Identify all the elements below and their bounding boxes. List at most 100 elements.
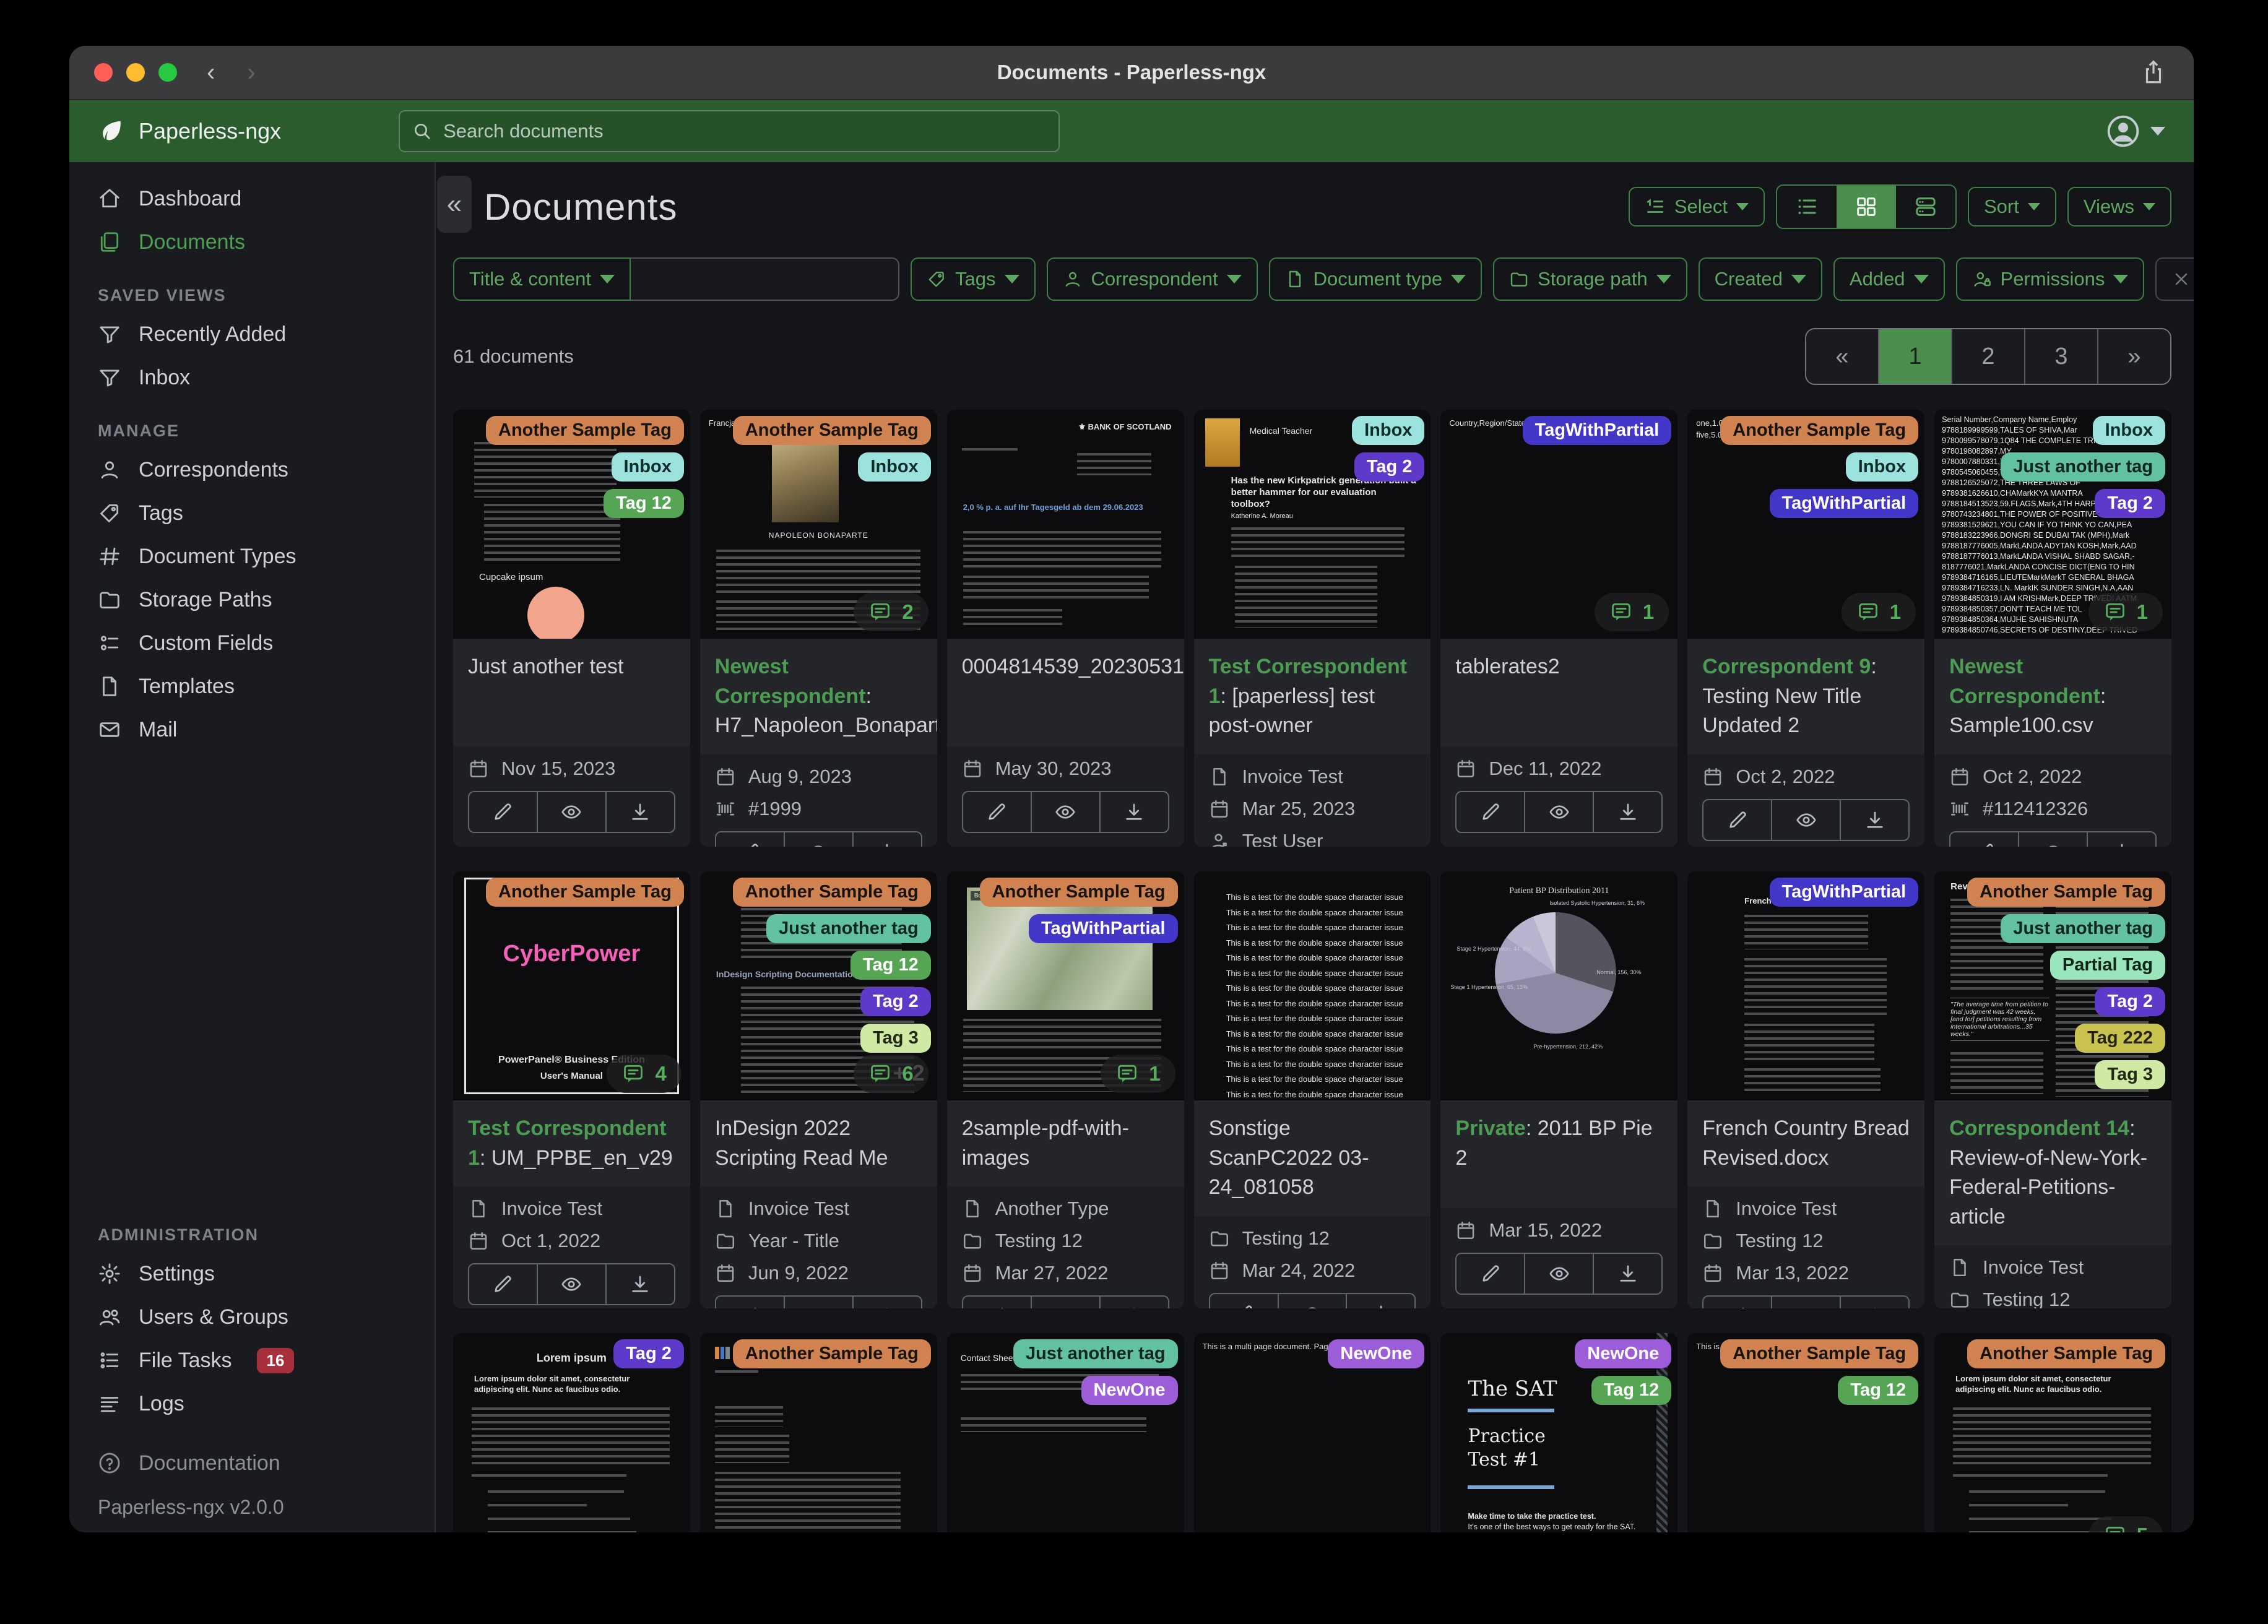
page-button-3[interactable]: 3 <box>2024 329 2097 384</box>
filter-document-type[interactable]: Document type <box>1268 257 1482 301</box>
tag-pill-another-sample-tag[interactable]: Another Sample Tag <box>1720 416 1919 445</box>
tag-pill-just-another-tag[interactable]: Just another tag <box>766 914 931 943</box>
edit-button[interactable] <box>961 1295 1032 1308</box>
correspondent-link[interactable]: Newest Correspondent <box>715 655 866 708</box>
tag-pill-newone[interactable]: NewOne <box>1575 1339 1672 1368</box>
tag-pill-partial-tag[interactable]: Partial Tag <box>2049 951 2165 980</box>
comment-count-badge[interactable]: 1 <box>1594 593 1669 631</box>
sidebar-item-dashboard[interactable]: Dashboard <box>69 177 435 220</box>
search-input[interactable] <box>442 119 1047 143</box>
preview-button[interactable] <box>1771 798 1842 841</box>
preview-button[interactable] <box>1030 791 1101 833</box>
edit-button[interactable] <box>468 791 538 833</box>
comment-count-badge[interactable]: 6 <box>854 1055 928 1093</box>
document-thumbnail[interactable]: The SAT Practice Test #1 Make time to take … <box>1440 1333 1678 1532</box>
sidebar-item-users-groups[interactable]: Users & Groups <box>69 1295 435 1339</box>
tag-pill-newone[interactable]: NewOne <box>1081 1376 1178 1405</box>
tag-pill-tag-12[interactable]: Tag 12 <box>1591 1376 1672 1405</box>
tag-pill-tag-2[interactable]: Tag 2 <box>860 987 931 1016</box>
document-card[interactable]: Boundary Waters TripAnother Sample TagTa… <box>946 871 1184 1308</box>
tag-pill-inbox[interactable]: Inbox <box>611 452 684 482</box>
tag-pill-just-another-tag[interactable]: Just another tag <box>2001 452 2165 482</box>
tag-pill-tag-3[interactable]: Tag 3 <box>860 1024 931 1053</box>
comment-count-badge[interactable]: 5 <box>2088 1516 2163 1532</box>
document-card[interactable]: This is a test Another Sample Tag Tag 12 <box>1687 1333 1925 1532</box>
sidebar-item-file-tasks[interactable]: File Tasks 16 <box>69 1339 435 1382</box>
edit-button[interactable] <box>1949 831 2020 847</box>
correspondent-link[interactable]: Newest Correspondent <box>1949 655 2100 708</box>
document-card[interactable]: Contact Sheet Demo Just another tag NewOne <box>946 1333 1184 1532</box>
document-thumbnail[interactable]: AdoInDesign Scripting DocumentationAnoth… <box>699 871 937 1100</box>
document-thumbnail[interactable]: Serial Number,Company Name,Employ 978818… <box>1934 410 2171 639</box>
document-thumbnail[interactable]: French Country BreadTagWithPartial <box>1687 871 1925 1100</box>
tag-pill-another-sample-tag[interactable]: Another Sample Tag <box>1720 1339 1919 1368</box>
tag-pill-tagwithpartial[interactable]: TagWithPartial <box>1028 914 1178 943</box>
list-view-button[interactable] <box>1777 186 1837 228</box>
sidebar-item-mail[interactable]: Mail <box>69 708 435 751</box>
tag-pill-inbox[interactable]: Inbox <box>858 452 931 482</box>
comment-count-badge[interactable]: 4 <box>607 1055 682 1093</box>
comment-count-badge[interactable]: 1 <box>1101 1055 1175 1093</box>
title-content-dropdown[interactable]: Title & content <box>453 257 631 301</box>
document-thumbnail[interactable]: Lorem ipsumLorem ipsum dolor sit amet, c… <box>453 1333 690 1532</box>
download-button[interactable] <box>852 831 922 847</box>
detail-view-button[interactable] <box>1896 186 1955 228</box>
download-button[interactable] <box>1099 1295 1169 1308</box>
document-card[interactable]: Francja pod r NAPOLEON BONAPARTE Another S… <box>699 410 937 847</box>
tag-pill-another-sample-tag[interactable]: Another Sample Tag <box>486 416 684 445</box>
tag-pill-another-sample-tag[interactable]: Another Sample Tag <box>732 416 931 445</box>
tag-pill-tagwithpartial[interactable]: TagWithPartial <box>1769 878 1919 907</box>
document-thumbnail[interactable]: Adobe Acrobat PDF FilesCupcake ipsumAnot… <box>453 410 690 639</box>
document-thumbnail[interactable]: Contact Sheet Demo Just another tag NewOne <box>946 1333 1184 1532</box>
download-button[interactable] <box>852 1295 922 1308</box>
select-button[interactable]: Select <box>1628 187 1765 227</box>
title-content-filter-input[interactable] <box>631 257 900 301</box>
page-button-2[interactable]: 2 <box>1951 329 2024 384</box>
preview-button[interactable] <box>1771 1295 1842 1308</box>
download-button[interactable] <box>1346 1292 1416 1308</box>
document-card[interactable]: Medical Teacher Has the new Kirkpatrick g… <box>1193 410 1431 847</box>
sidebar-item-settings[interactable]: Settings <box>69 1252 435 1295</box>
app-brand[interactable]: Paperless-ngx <box>98 118 281 145</box>
download-button[interactable] <box>605 791 675 833</box>
edit-button[interactable] <box>1702 1295 1773 1308</box>
document-title[interactable]: Test Correspondent 1: UM_PPBE_en_v29 <box>453 1100 690 1186</box>
tag-pill-tagwithpartial[interactable]: TagWithPartial <box>1769 489 1919 518</box>
document-title[interactable]: Correspondent 14: Review-of-New-York-Fed… <box>1934 1100 2171 1245</box>
tag-pill-another-sample-tag[interactable]: Another Sample Tag <box>486 878 684 907</box>
correspondent-link[interactable]: Private <box>1455 1116 1525 1140</box>
document-thumbnail[interactable]: Test NameAnother Sample Tag <box>699 1333 937 1532</box>
document-card[interactable]: Review of"The average time from petition… <box>1934 871 2171 1308</box>
tag-pill-tag-222[interactable]: Tag 222 <box>2075 1024 2165 1053</box>
page-button-first[interactable]: « <box>1806 329 1878 384</box>
filter-added[interactable]: Added <box>1833 257 1945 301</box>
download-button[interactable] <box>1593 1253 1663 1295</box>
preview-button[interactable] <box>783 1295 854 1308</box>
download-button[interactable] <box>1099 791 1169 833</box>
document-card[interactable]: Adobe Acrobat PDF FilesCupcake ipsumAnot… <box>453 410 690 847</box>
tag-pill-another-sample-tag[interactable]: Another Sample Tag <box>979 878 1178 907</box>
document-title[interactable]: Sonstige ScanPC2022 03-24_081058 <box>1194 1100 1431 1216</box>
sidebar-item-storage-paths[interactable]: Storage Paths <box>69 578 435 621</box>
comment-count-badge[interactable]: 2 <box>854 593 928 631</box>
tag-pill-newone[interactable]: NewOne <box>1328 1339 1425 1368</box>
sidebar-item-documentation[interactable]: Documentation <box>69 1441 435 1485</box>
preview-button[interactable] <box>536 1263 607 1306</box>
download-button[interactable] <box>1840 1295 1910 1308</box>
document-card[interactable]: The SAT Practice Test #1 Make time to take … <box>1440 1333 1678 1532</box>
filter-created[interactable]: Created <box>1698 257 1822 301</box>
document-thumbnail[interactable]: Review of"The average time from petition… <box>1934 871 2171 1100</box>
views-button[interactable]: Views <box>2067 187 2171 227</box>
document-card[interactable]: French Country BreadTagWithPartialFrench… <box>1687 871 1925 1308</box>
document-thumbnail[interactable]: This is a test for the double space char… <box>1193 871 1431 1100</box>
correspondent-link[interactable]: Correspondent 14 <box>1949 1116 2129 1140</box>
download-button[interactable] <box>1593 791 1663 833</box>
document-thumbnail[interactable]: Boundary Waters TripAnother Sample TagTa… <box>946 871 1184 1100</box>
sidebar-item-correspondents[interactable]: Correspondents <box>69 448 435 491</box>
document-card[interactable]: one,1.0 five,5.0 Another Sample Tag Inbox T… <box>1687 410 1925 847</box>
document-card[interactable]: AdoInDesign Scripting DocumentationAnoth… <box>699 871 937 1308</box>
document-card[interactable]: ⚜ BANK OF SCOTLAND 2,0 % p. a. auf Ihr Ta… <box>946 410 1184 847</box>
tag-pill-inbox[interactable]: Inbox <box>1352 416 1425 445</box>
document-thumbnail[interactable]: CyberPower PowerPanel® Business Edition Us… <box>453 871 690 1100</box>
preview-button[interactable] <box>783 831 854 847</box>
